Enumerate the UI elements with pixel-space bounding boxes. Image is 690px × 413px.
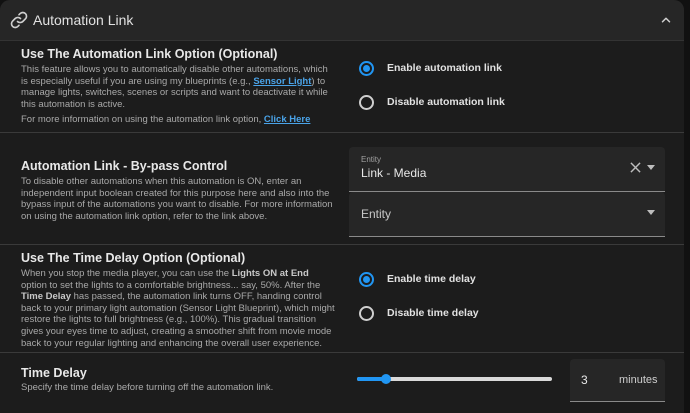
link-option-title: Use The Automation Link Option (Optional… <box>21 47 278 61</box>
time-delay-option-description: When you stop the media player, you can … <box>21 268 335 349</box>
link-option-more-info: For more information on using the automa… <box>21 114 311 125</box>
link-icon <box>10 11 28 29</box>
time-delay-option-title: Use The Time Delay Option (Optional) <box>21 251 246 265</box>
section-title: Automation Link <box>33 12 134 28</box>
disable-automation-link-option[interactable]: Disable automation link <box>359 94 505 110</box>
link-option-description: This feature allows you to automatically… <box>21 64 328 110</box>
time-delay-description: Specify the time delay before turning of… <box>21 382 274 393</box>
dropdown-arrow-icon[interactable] <box>647 165 655 170</box>
time-delay-input[interactable]: 3 minutes <box>570 359 665 402</box>
time-delay-slider-thumb[interactable] <box>381 374 391 384</box>
time-delay-title: Time Delay <box>21 366 87 380</box>
section-header[interactable]: Automation Link <box>0 0 684 41</box>
radio-selected-icon[interactable] <box>359 271 374 287</box>
time-delay-option-section: Use The Time Delay Option (Optional) Whe… <box>0 245 684 353</box>
radio-unselected-icon[interactable] <box>359 94 374 110</box>
bypass-section: Automation Link - By-pass Control To dis… <box>0 133 684 245</box>
dropdown-arrow-icon[interactable] <box>647 210 655 215</box>
disable-time-delay-option[interactable]: Disable time delay <box>359 305 479 321</box>
enable-time-delay-option[interactable]: Enable time delay <box>359 271 476 287</box>
bypass-title: Automation Link - By-pass Control <box>21 159 228 173</box>
radio-unselected-icon[interactable] <box>359 305 374 321</box>
bypass-entity-field[interactable]: Entity Link - Media <box>349 147 665 192</box>
chevron-up-icon[interactable] <box>659 13 673 27</box>
clear-icon[interactable] <box>630 162 641 173</box>
automation-link-card: Automation Link Use The Automation Link … <box>0 0 684 413</box>
click-here-link[interactable]: Click Here <box>264 114 310 125</box>
entity-field[interactable]: Entity <box>349 192 665 237</box>
sensor-light-link[interactable]: Sensor Light <box>253 76 311 87</box>
radio-selected-icon[interactable] <box>359 60 374 76</box>
bypass-description: To disable other automations when this a… <box>21 176 333 222</box>
enable-automation-link-option[interactable]: Enable automation link <box>359 60 502 76</box>
link-option-section: Use The Automation Link Option (Optional… <box>0 41 684 133</box>
